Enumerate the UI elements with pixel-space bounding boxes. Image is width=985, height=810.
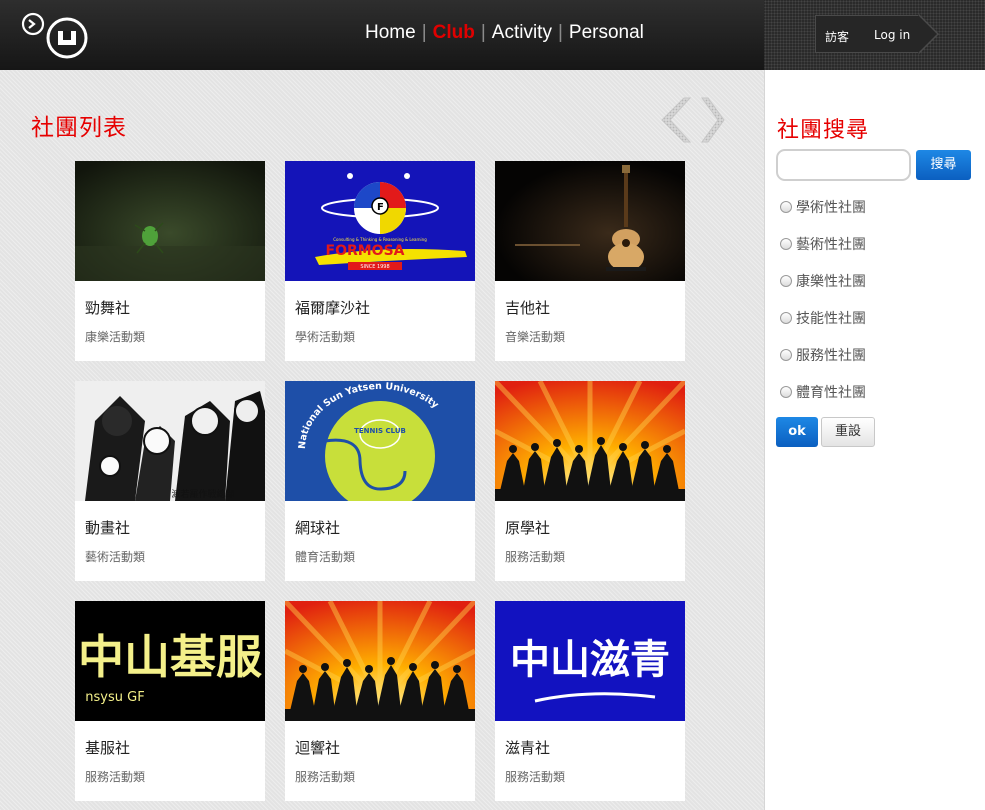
filter-label: 藝術性社團 [796,237,866,253]
filter-academic[interactable]: 學術性社團 [780,197,866,217]
formosa-logo[interactable]: F Consulting & Thinking & Reasoning & Le… [285,161,475,281]
svg-text:Consulting & Thinking & Reason: Consulting & Thinking & Reasoning & Lear… [333,237,427,242]
radio-button[interactable] [780,386,792,398]
club-category: 服務活動類 [505,550,566,564]
radio-button[interactable] [780,349,792,361]
filter-arts[interactable]: 藝術性社團 [780,234,866,254]
club-name: 勁舞社 [85,299,131,317]
filter-label: 服務性社團 [796,348,866,364]
svg-text:nsysu GF: nsysu GF [85,690,144,705]
sidebar-title: 社團搜尋 [777,118,870,143]
nav-home[interactable]: Home [359,22,422,44]
club-name: 吉他社 [505,299,551,317]
filter-label: 技能性社團 [796,311,866,327]
svg-text:滅若羅作戰總部: 滅若羅作戰總部 [171,488,234,500]
club-name: 動畫社 [85,519,131,537]
guest-label: 訪客 [825,30,850,44]
svg-text:F: F [377,202,384,213]
nav-personal[interactable]: Personal [563,22,650,44]
club-name: 迴響社 [295,739,341,757]
filter-recreation[interactable]: 康樂性社團 [780,271,866,291]
svg-text:中山基服: 中山基服 [78,630,262,684]
tennis-club-logo[interactable]: National Sun Yatsen University TENNIS CL… [285,381,475,501]
chevron-right-icon[interactable] [701,97,725,143]
search-input[interactable] [776,149,911,181]
club-card[interactable]: 滅若羅作戰總部 動畫社 藝術活動類 [75,381,265,581]
club-card[interactable]: 勁舞社 康樂活動類 [75,161,265,361]
svg-text:SINCE 1998: SINCE 1998 [360,264,389,270]
filter-service[interactable]: 服務性社團 [780,345,866,365]
club-name: 基服社 [85,739,131,757]
club-category: 藝術活動類 [85,550,146,564]
club-card[interactable]: 中山滋青 滋青社 服務活動類 [495,601,685,801]
jifu-logo[interactable]: 中山基服 nsysu GF [75,601,265,721]
club-name: 原學社 [505,519,551,537]
club-card[interactable]: F Consulting & Thinking & Reasoning & Le… [285,161,475,361]
filter-sports[interactable]: 體育性社團 [780,382,866,402]
club-card[interactable]: 吉他社 音樂活動類 [495,161,685,361]
club-category: 服務活動類 [85,770,146,784]
logo-icon[interactable] [21,12,91,60]
anime-illustration[interactable]: 滅若羅作戰總部 [75,381,265,501]
search-button[interactable]: 搜尋 [916,150,971,180]
ok-button[interactable]: ok [776,417,818,447]
dancers-silhouette[interactable] [495,381,685,501]
reset-button[interactable]: 重設 [821,417,875,447]
dancers-silhouette[interactable] [285,601,475,721]
svg-text:TENNIS CLUB: TENNIS CLUB [354,427,406,435]
club-category: 康樂活動類 [85,330,146,344]
chevron-left-icon[interactable] [661,97,692,143]
club-card[interactable]: 中山基服 nsysu GF 基服社 服務活動類 [75,601,265,801]
radio-button[interactable] [780,201,792,213]
club-search-sidebar: 社團搜尋 搜尋 學術性社團 藝術性社團 康樂性社團 技能性社團 服務性社團 體育… [764,70,985,810]
club-category: 服務活動類 [295,770,356,784]
ziqing-logo[interactable]: 中山滋青 [495,601,685,721]
club-category: 學術活動類 [295,330,356,344]
radio-button[interactable] [780,238,792,250]
club-card[interactable]: National Sun Yatsen University TENNIS CL… [285,381,475,581]
club-name: 網球社 [295,519,341,537]
svg-text:FORMOSA: FORMOSA [326,243,405,259]
club-category: 音樂活動類 [505,330,566,344]
filter-label: 學術性社團 [796,200,866,216]
club-list-panel: 社團列表 勁舞社 康樂活動類 F Consulting & Thinking &… [0,70,764,810]
guitar-photo[interactable] [495,161,685,281]
club-card[interactable]: 原學社 服務活動類 [495,381,685,581]
club-name: 滋青社 [505,739,551,757]
main-nav: Home | Club | Activity | Personal [359,20,650,46]
club-name: 福爾摩沙社 [295,299,371,317]
pager-arrows [661,97,725,143]
top-bar: Home | Club | Activity | Personal 訪客 Log… [0,0,985,70]
svg-text:中山滋青: 中山滋青 [510,636,670,683]
beetle-photo[interactable] [75,161,265,281]
user-panel: 訪客 Log in [764,0,985,70]
radio-button[interactable] [780,312,792,324]
filter-label: 康樂性社團 [796,274,866,290]
filter-skills[interactable]: 技能性社團 [780,308,866,328]
nav-activity[interactable]: Activity [486,22,558,44]
club-category: 服務活動類 [505,770,566,784]
club-card[interactable]: 迴響社 服務活動類 [285,601,475,801]
page-title: 社團列表 [31,115,127,141]
filter-label: 體育性社團 [796,385,866,401]
nav-club[interactable]: Club [427,22,481,44]
radio-button[interactable] [780,275,792,287]
login-link[interactable]: Log in [874,28,910,42]
club-category: 體育活動類 [295,550,356,564]
